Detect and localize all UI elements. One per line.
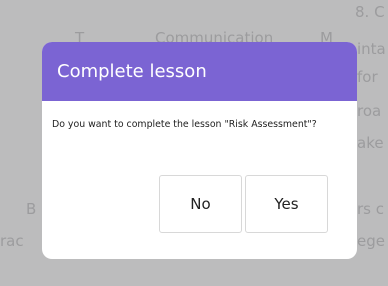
dialog-message: Do you want to complete the lesson "Risk… [52, 119, 317, 130]
background-text-line: ake [357, 134, 384, 152]
background-text-line: ege [357, 232, 385, 250]
background-text-line: for [357, 68, 378, 86]
background-text-line: rac [0, 232, 24, 250]
background-text-line: roa [357, 102, 382, 120]
background-text-line: rs c [357, 200, 384, 218]
no-button[interactable]: No [159, 175, 242, 233]
background-text-heading: 8. C [355, 3, 385, 21]
complete-lesson-dialog: Complete lesson Do you want to complete … [42, 42, 357, 259]
dialog-header: Complete lesson [42, 42, 357, 101]
yes-button[interactable]: Yes [245, 175, 328, 233]
background-text-line: inta [357, 40, 386, 58]
background-text-line: B [26, 200, 37, 218]
dialog-title: Complete lesson [57, 61, 207, 82]
